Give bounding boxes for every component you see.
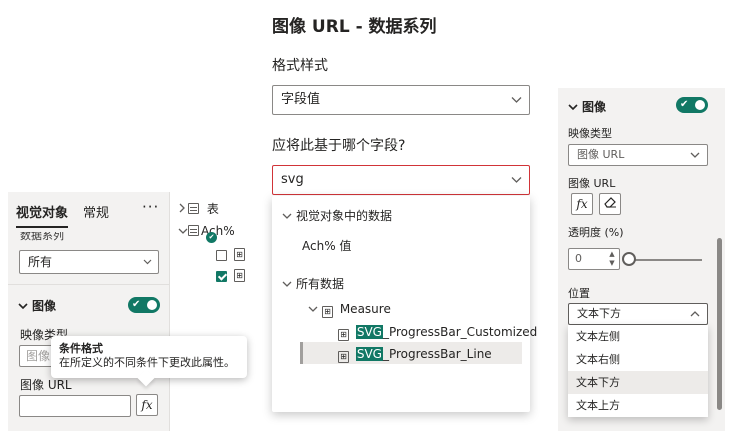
image-type-label: 映像类型 [568,127,612,140]
tooltip-title: 条件格式 [59,342,103,355]
item-name-rest: _ProgressBar_Customized [382,325,538,339]
transparency-input[interactable]: 0 ▲ ▼ [568,248,620,270]
pane-tab-bar: 视觉对象 常规 ··· [8,192,169,232]
position-dropdown-list: 文本左侧 文本右侧 文本下方 文本上方 [568,325,708,417]
section-visual-data-label: 视觉对象中的数据 [296,209,393,223]
calculator-icon: ⊞ [234,248,245,261]
position-option-below[interactable]: 文本下方 [568,371,708,394]
fx-icon: fx [576,197,588,211]
image-card-title: 图像 [582,100,607,114]
format-style-select[interactable]: 字段值 [272,85,530,115]
chevron-down-icon [511,95,522,104]
group-measure[interactable]: ⊞ Measure [308,302,391,318]
format-style-label: 格式样式 [272,58,328,74]
field-dropdown-list: 视觉对象中的数据 Ach% 值 所有数据 ⊞ Measure ⊞ SVG_Pro… [272,196,537,412]
chevron-down-icon [282,277,296,291]
tab-general[interactable]: 常规 [83,202,109,221]
eraser-button[interactable] [599,193,621,215]
format-pane-left: 视觉对象 常规 ··· 数据系列 所有 图像 ✔ 映像类型 图像 图像 URL … [8,192,170,431]
selected-badge-icon: ✔ [206,232,217,243]
item-name-rest: _ProgressBar_Line [382,347,492,361]
divider [8,284,169,285]
image-card-header[interactable]: 图像 [18,297,56,314]
more-options-button[interactable]: ··· [142,198,159,216]
table-icon [188,225,199,236]
dropdown-item-svg-customized[interactable]: ⊞ SVG_ProgressBar_Customized [338,325,537,341]
calculator-icon: ⊞ [338,351,349,363]
section-all-data-label: 所有数据 [296,277,345,291]
position-select[interactable]: 文本下方 [568,303,708,325]
chevron-right-icon [178,200,188,218]
section-all-data[interactable]: 所有数据 [282,275,344,292]
match-highlight: SVG [355,325,383,339]
spinner-arrows-icon[interactable]: ▲ ▼ [608,250,616,268]
chevron-down-icon [308,302,322,316]
chevron-down-icon [18,299,28,313]
conditional-format-dialog: 图像 URL - 数据系列 格式样式 字段值 应将此基于哪个字段? svg 视觉… [258,0,540,431]
chevron-down-icon [143,257,152,266]
image-card-header[interactable]: 图像 [568,98,606,115]
chevron-down-icon [511,175,522,184]
transparency-slider-track[interactable] [634,259,702,261]
match-highlight: SVG [355,347,383,361]
dropdown-item-svg-line[interactable]: ⊞ SVG_ProgressBar_Line [338,347,492,363]
calculator-icon: ⊞ [338,329,349,341]
position-option-left[interactable]: 文本左侧 [568,325,708,348]
chevron-down-icon [282,209,296,223]
tree-row-table[interactable]: 表 [178,200,219,218]
eraser-icon [603,197,617,211]
field-checkbox-1[interactable] [216,250,227,261]
series-select-value: 所有 [28,255,53,269]
image-type-value: 图像 [26,349,51,363]
image-type-select[interactable]: 图像 URL [568,144,708,166]
image-url-label: 图像 URL [568,177,616,190]
tab-visual[interactable]: 视觉对象 [16,202,69,228]
check-icon: ✔ [132,299,141,310]
table-label: 表 [206,202,219,216]
chevron-up-icon [690,310,700,319]
transparency-label: 透明度 (%) [568,226,624,239]
group-measure-label: Measure [339,302,391,316]
format-style-value: 字段值 [281,92,321,107]
toggle-knob [695,100,705,110]
field-select[interactable]: svg [272,165,530,195]
position-option-right[interactable]: 文本右侧 [568,348,708,371]
image-toggle[interactable]: ✔ [128,297,160,313]
image-url-label: 图像 URL [20,378,72,392]
transparency-slider-thumb[interactable] [622,252,636,266]
fx-icon: fx [141,398,153,412]
position-option-above[interactable]: 文本上方 [568,394,708,417]
table-icon [188,203,199,214]
dropdown-item-ach-value[interactable]: Ach% 值 [302,237,351,254]
chevron-down-icon [568,100,582,114]
tooltip-body: 在所定义的不同条件下更改此属性。 [59,356,235,369]
scrollbar-thumb[interactable] [717,238,722,410]
conditional-format-tooltip: 条件格式 在所定义的不同条件下更改此属性。 [51,336,247,387]
check-icon: ✔ [680,99,689,110]
section-visual-data[interactable]: 视觉对象中的数据 [282,207,392,224]
position-value: 文本下方 [577,307,621,320]
chevron-down-icon [690,151,700,160]
position-label: 位置 [568,287,590,300]
image-card-title: 图像 [32,299,57,313]
toggle-knob [147,300,157,310]
chevron-down-icon [178,222,188,240]
calculator-icon: ⊞ [322,306,333,318]
conditional-format-button[interactable]: fx [571,193,593,215]
calculator-icon: ⊞ [234,269,245,282]
image-url-input[interactable] [19,395,131,417]
transparency-value: 0 [575,252,582,265]
field-select-value: svg [281,172,304,187]
conditional-format-button[interactable]: fx [136,394,158,416]
image-type-value: 图像 URL [577,148,625,161]
series-label: 数据系列 [20,232,64,241]
dialog-title: 图像 URL - 数据系列 [272,17,437,37]
fields-tree: 表 Ach% ✔ ⊞ ⊞ [178,196,248,296]
image-toggle[interactable]: ✔ [676,97,708,113]
field-checkbox-2[interactable] [216,271,227,282]
field-question-label: 应将此基于哪个字段? [272,138,406,154]
series-select[interactable]: 所有 [19,250,159,274]
